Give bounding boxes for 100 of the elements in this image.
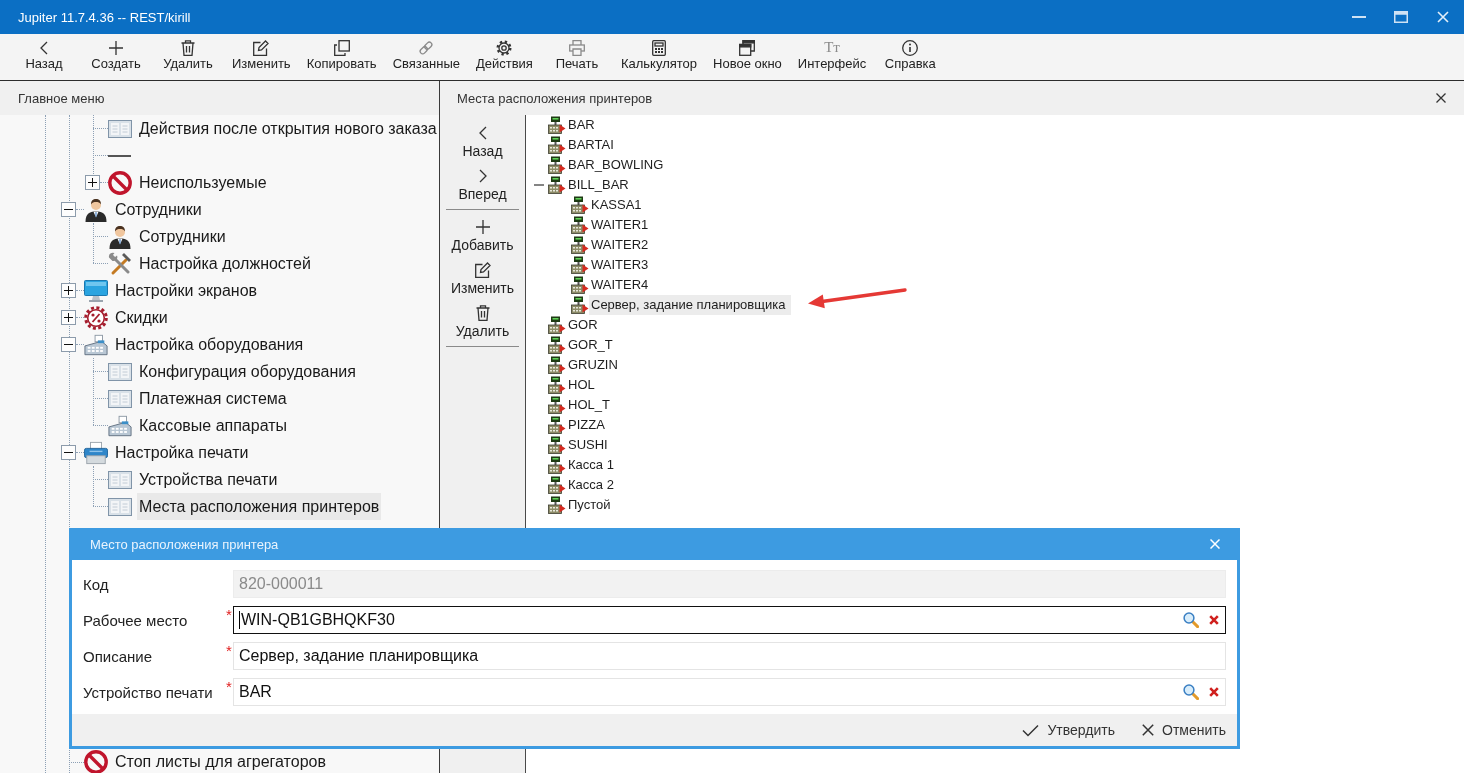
menu-item[interactable]: Места расположения принтеров	[137, 493, 382, 520]
cash-register-icon	[108, 414, 132, 437]
menu-item[interactable]: Действия после открытия нового заказа	[137, 115, 439, 142]
cancel-button[interactable]: Отменить	[1142, 722, 1226, 738]
menu-item[interactable]: Скидки	[113, 304, 170, 331]
location-item[interactable]: WAITER3	[589, 255, 655, 275]
expand-button[interactable]	[85, 175, 100, 190]
forward-button[interactable]: Вперед	[446, 166, 519, 209]
clear-icon[interactable]	[1209, 615, 1219, 625]
menu-item[interactable]: Сотрудники	[113, 196, 204, 223]
terminal-icon	[571, 236, 589, 254]
location-item[interactable]: Касса 2	[566, 475, 620, 495]
terminal-icon	[571, 276, 589, 294]
person-icon	[85, 197, 107, 222]
menu-item[interactable]: Стоп листы для агрегаторов	[113, 751, 328, 773]
location-item[interactable]: PIZZA	[566, 415, 611, 435]
book-icon	[108, 119, 132, 138]
search-icon[interactable]	[1183, 684, 1199, 700]
menu-item[interactable]: Неиспользуемые	[137, 169, 269, 196]
location-item[interactable]: BAR	[566, 115, 601, 135]
location-item[interactable]: BARTAI	[566, 135, 620, 155]
expand-button[interactable]	[61, 283, 76, 298]
location-item[interactable]: WAITER2	[589, 235, 655, 255]
lookup-field[interactable]: WIN-QB1GBHQKF30	[233, 606, 1226, 634]
terminal-icon	[548, 356, 566, 374]
location-item[interactable]: Пустой	[566, 495, 617, 515]
terminal-icon	[571, 196, 589, 214]
location-item[interactable]: Сервер, задание планировщика	[589, 295, 792, 315]
add-button[interactable]: Добавить	[446, 217, 519, 260]
location-item[interactable]: GOR	[566, 315, 604, 335]
edit-button[interactable]: Изменить	[446, 260, 519, 303]
help-button[interactable]: Справка	[874, 34, 947, 80]
trash-icon	[475, 305, 490, 321]
new-window-button[interactable]: Новое окно	[705, 34, 790, 80]
menu-item[interactable]: Настройки экранов	[113, 277, 260, 304]
terminal-icon	[548, 316, 566, 334]
menu-item[interactable]: Сотрудники	[137, 223, 228, 250]
collapse-button[interactable]	[61, 445, 76, 460]
trash-icon	[181, 39, 195, 56]
confirm-button[interactable]: Утвердить	[1022, 722, 1115, 738]
location-item[interactable]: WAITER1	[589, 215, 655, 235]
field-label: Код	[83, 575, 110, 593]
actions-button[interactable]: Действия	[467, 34, 541, 80]
location-item[interactable]: SUSHI	[566, 435, 614, 455]
location-item[interactable]: WAITER4	[589, 275, 655, 295]
book-icon	[108, 362, 132, 381]
location-item[interactable]: BAR_BOWLING	[566, 155, 670, 175]
back-button[interactable]: Назад	[446, 123, 519, 166]
menu-item[interactable]: Настройка оборудования	[113, 331, 306, 358]
no-entry-icon	[84, 750, 108, 773]
lookup-field[interactable]: BAR	[233, 678, 1226, 706]
location-item[interactable]: KASSA1	[589, 195, 648, 215]
location-item[interactable]: HOL_T	[566, 395, 616, 415]
book-icon	[108, 497, 132, 516]
menu-item[interactable]: Настройка должностей	[137, 250, 313, 277]
location-item[interactable]: HOL	[566, 375, 601, 395]
clear-icon[interactable]	[1209, 687, 1219, 697]
edit-icon	[253, 39, 270, 56]
terminal-icon	[548, 436, 566, 454]
location-item[interactable]: GRUZIN	[566, 355, 624, 375]
book-icon	[108, 389, 132, 408]
menu-item[interactable]: Кассовые аппараты	[137, 412, 290, 439]
collapse-button[interactable]	[61, 202, 76, 217]
delete-button[interactable]: Удалить	[152, 34, 224, 80]
search-icon[interactable]	[1183, 612, 1199, 628]
copy-button[interactable]: Копировать	[298, 34, 385, 80]
calculator-button[interactable]: Калькулятор	[612, 34, 706, 80]
edit-button[interactable]: Изменить	[224, 34, 299, 80]
field-label: Устройство печати	[83, 683, 214, 701]
menu-item[interactable]: Платежная система	[137, 385, 289, 412]
expand-button[interactable]	[61, 310, 76, 325]
menu-item[interactable]: Устройства печати	[137, 466, 280, 493]
terminal-icon	[571, 216, 589, 234]
back-button[interactable]: Назад	[8, 34, 80, 80]
interface-button[interactable]: Tт Интерфейс	[789, 34, 875, 80]
check-icon	[1022, 723, 1040, 737]
chevron-right-icon	[478, 169, 487, 183]
print-button[interactable]: Печать	[540, 34, 613, 80]
terminal-icon	[548, 336, 566, 354]
terminal-icon	[548, 416, 566, 434]
menu-item[interactable]: Настройка печати	[113, 439, 251, 466]
typography-icon: Tт	[824, 39, 840, 56]
location-item[interactable]: Касса 1	[566, 455, 620, 475]
input-field[interactable]: Сервер, задание планировщика	[233, 642, 1226, 670]
terminal-icon	[571, 296, 589, 314]
close-button[interactable]	[1436, 93, 1446, 103]
no-entry-icon	[108, 170, 132, 195]
plus-icon	[475, 220, 490, 234]
location-item[interactable]: GOR_T	[566, 335, 619, 355]
required-marker: *	[226, 606, 233, 624]
required-marker: *	[226, 642, 233, 660]
separator-line	[108, 154, 131, 157]
location-item[interactable]: BILL_BAR	[566, 175, 635, 195]
collapse-button[interactable]	[61, 337, 76, 352]
related-button[interactable]: Связанные	[384, 34, 468, 80]
menu-item[interactable]: Конфигурация оборудования	[137, 358, 358, 385]
chevron-left-icon	[40, 40, 48, 55]
delete-button[interactable]: Удалить	[446, 303, 519, 346]
create-button[interactable]: Создать	[80, 34, 152, 80]
maximize-icon	[1394, 11, 1408, 23]
